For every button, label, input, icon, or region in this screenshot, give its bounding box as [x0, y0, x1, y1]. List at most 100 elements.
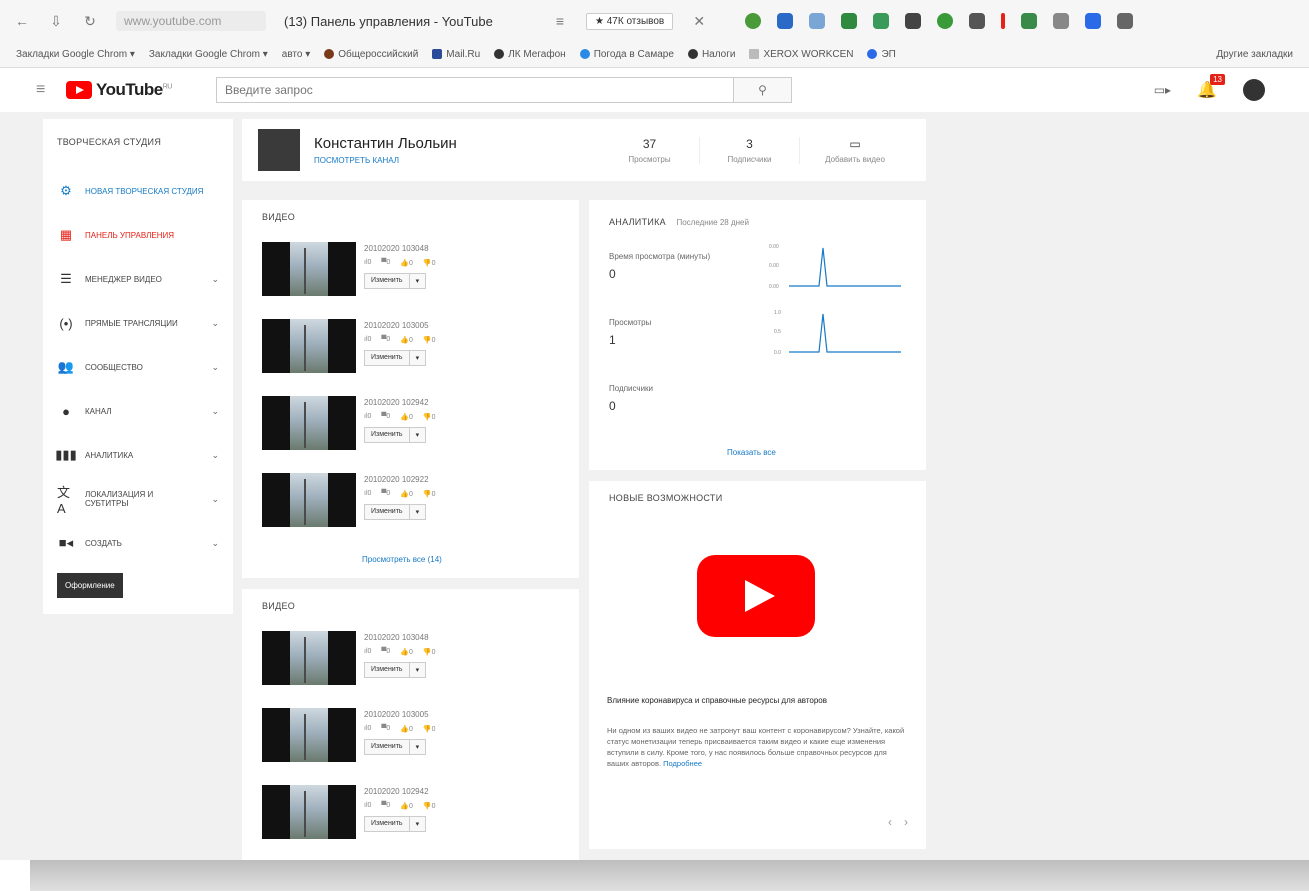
bookmark-item[interactable]: Другие закладки: [1216, 49, 1293, 60]
see-all-analytics-link[interactable]: Показать все: [727, 448, 776, 457]
youtube-logo-icon: [66, 81, 92, 99]
bookmark-item[interactable]: Погода в Самаре: [579, 49, 674, 60]
bookmark-item[interactable]: Закладки Google Chrom ▾: [149, 49, 268, 60]
video-title[interactable]: 20102020 103048: [364, 633, 436, 642]
notifications-bell-icon[interactable]: 🔔 13: [1197, 74, 1225, 100]
sidebar-item-live[interactable]: (•) ПРЯМЫЕ ТРАНСЛЯЦИИ ⌄: [57, 301, 219, 345]
extension-icon[interactable]: [1001, 13, 1006, 29]
video-thumbnail[interactable]: [262, 473, 356, 527]
video-title[interactable]: 20102020 102942: [364, 787, 436, 796]
subscribers-count: 3: [746, 136, 753, 151]
see-all-videos-link[interactable]: Просмотреть все (14): [362, 555, 442, 564]
dislikes-stat: 👎0: [422, 491, 436, 498]
videos-card-title: ВИДЕО: [262, 601, 296, 611]
sidebar-item-localization[interactable]: 文A ЛОКАЛИЗАЦИЯ И СУБТИТРЫ ⌄: [57, 477, 219, 521]
bookmark-item[interactable]: XEROX WORKCEN: [749, 49, 853, 60]
upload-video-icon[interactable]: ▭▸: [1154, 83, 1171, 97]
extension-icon[interactable]: [873, 13, 890, 29]
classic-studio-button[interactable]: Оформление: [57, 573, 123, 598]
edit-video-button[interactable]: Изменить: [364, 662, 410, 678]
video-title[interactable]: 20102020 102942: [364, 398, 436, 407]
bookmark-item[interactable]: Закладки Google Chrom ▾: [16, 49, 135, 60]
youtube-logo[interactable]: YouTubeRU: [66, 80, 216, 100]
reviews-badge[interactable]: ★ 47К отзывов: [586, 12, 674, 30]
analytics-title: АНАЛИТИКА: [609, 217, 666, 227]
extension-icon[interactable]: [937, 13, 954, 29]
extension-icon[interactable]: [969, 13, 986, 29]
sidebar-item-analytics[interactable]: ▮▮▮ АНАЛИТИКА ⌄: [55, 433, 219, 477]
bookmark-item[interactable]: Налоги: [687, 49, 735, 60]
sidebar-item-create[interactable]: ■◂ СОЗДАТЬ ⌄: [57, 521, 219, 565]
extension-icon[interactable]: [745, 13, 762, 29]
sidebar-heading: ТВОРЧЕСКАЯ СТУДИЯ: [57, 137, 162, 147]
bookmark-item[interactable]: Общероссийский: [324, 49, 418, 60]
video-thumbnail[interactable]: [262, 631, 356, 685]
video-thumbnail[interactable]: [262, 319, 356, 373]
svg-text:0.0: 0.0: [774, 350, 781, 356]
edit-video-button[interactable]: Изменить: [364, 504, 410, 520]
extension-icon[interactable]: [1117, 13, 1134, 29]
edit-dropdown-icon[interactable]: ▾: [409, 350, 427, 366]
extension-icon[interactable]: [777, 13, 794, 29]
watch-time-sparkline: 0.00 0.00 0.00: [769, 244, 901, 290]
video-thumbnail[interactable]: [262, 708, 356, 762]
hamburger-menu-icon[interactable]: ≡: [36, 81, 66, 99]
sidebar-item-video-manager[interactable]: ☰ МЕНЕДЖЕР ВИДЕО ⌄: [57, 257, 219, 301]
sidebar-item-community[interactable]: 👥 СООБЩЕСТВО ⌄: [57, 345, 219, 389]
close-icon[interactable]: ✕: [691, 13, 707, 29]
channel-avatar[interactable]: [258, 129, 300, 171]
chevron-down-icon: ⌄: [211, 273, 219, 284]
bookmark-item[interactable]: ЭП: [867, 49, 896, 60]
edit-dropdown-icon[interactable]: ▾: [409, 427, 427, 443]
views-stat: ıl0: [364, 648, 372, 655]
edit-video-button[interactable]: Изменить: [364, 350, 410, 366]
edit-dropdown-icon[interactable]: ▾: [409, 273, 427, 289]
edit-video-button[interactable]: Изменить: [364, 273, 410, 289]
learn-more-link[interactable]: Подробнее: [663, 759, 702, 768]
video-thumbnail[interactable]: [262, 242, 356, 296]
menu-icon[interactable]: ≡: [552, 13, 568, 29]
add-video-button[interactable]: ▭ Добавить видео: [800, 137, 910, 164]
extension-icon[interactable]: [809, 13, 826, 29]
account-avatar[interactable]: [1243, 79, 1265, 101]
edit-dropdown-icon[interactable]: ▾: [409, 504, 427, 520]
edit-video-button[interactable]: Изменить: [364, 816, 410, 832]
sidebar-item-channel[interactable]: ● КАНАЛ ⌄: [57, 389, 219, 433]
reload-icon[interactable]: ↻: [82, 13, 98, 29]
analytics-period: Последние 28 дней: [676, 218, 749, 227]
bookmark-item[interactable]: авто ▾: [282, 49, 310, 60]
extension-icon[interactable]: [841, 13, 858, 29]
forward-icon[interactable]: ⇩: [48, 13, 64, 29]
search-button[interactable]: ⚲: [734, 77, 792, 103]
search-input[interactable]: [216, 77, 734, 103]
sidebar-item-new-studio[interactable]: ⚙ НОВАЯ ТВОРЧЕСКАЯ СТУДИЯ: [57, 169, 219, 213]
channel-card: Константин Льольин ПОСМОТРЕТЬ КАНАЛ 37 П…: [242, 119, 926, 181]
video-thumbnail[interactable]: [262, 785, 356, 839]
extension-icon[interactable]: [1053, 13, 1070, 29]
chevron-right-icon[interactable]: ›: [904, 815, 908, 829]
bookmark-item[interactable]: Mail.Ru: [432, 49, 480, 60]
video-title[interactable]: 20102020 103048: [364, 244, 436, 253]
edit-video-button[interactable]: Изменить: [364, 739, 410, 755]
address-bar[interactable]: www.youtube.com: [116, 11, 266, 31]
comments-stat: ▀0: [381, 648, 391, 655]
chevron-left-icon[interactable]: ‹: [888, 815, 892, 829]
back-icon[interactable]: ←: [14, 13, 30, 29]
video-title[interactable]: 20102020 103005: [364, 710, 436, 719]
edit-dropdown-icon[interactable]: ▾: [409, 662, 427, 678]
video-title[interactable]: 20102020 103005: [364, 321, 436, 330]
edit-dropdown-icon[interactable]: ▾: [409, 739, 427, 755]
extension-icon[interactable]: [1085, 13, 1102, 29]
edit-video-button[interactable]: Изменить: [364, 427, 410, 443]
extension-icon[interactable]: [1021, 13, 1038, 29]
extension-icon[interactable]: [905, 13, 922, 29]
views-count: 37: [642, 136, 657, 151]
bookmark-item[interactable]: ЛК Мегафон: [494, 49, 566, 60]
edit-dropdown-icon[interactable]: ▾: [409, 816, 427, 832]
studio-sidebar: ТВОРЧЕСКАЯ СТУДИЯ ⚙ НОВАЯ ТВОРЧЕСКАЯ СТУ…: [43, 119, 233, 614]
video-title[interactable]: 20102020 102922: [364, 475, 436, 484]
sidebar-item-dashboard[interactable]: ▦ ПАНЕЛЬ УПРАВЛЕНИЯ: [57, 213, 219, 257]
extensions: [745, 13, 1134, 29]
view-channel-link[interactable]: ПОСМОТРЕТЬ КАНАЛ: [314, 156, 457, 165]
video-thumbnail[interactable]: [262, 396, 356, 450]
